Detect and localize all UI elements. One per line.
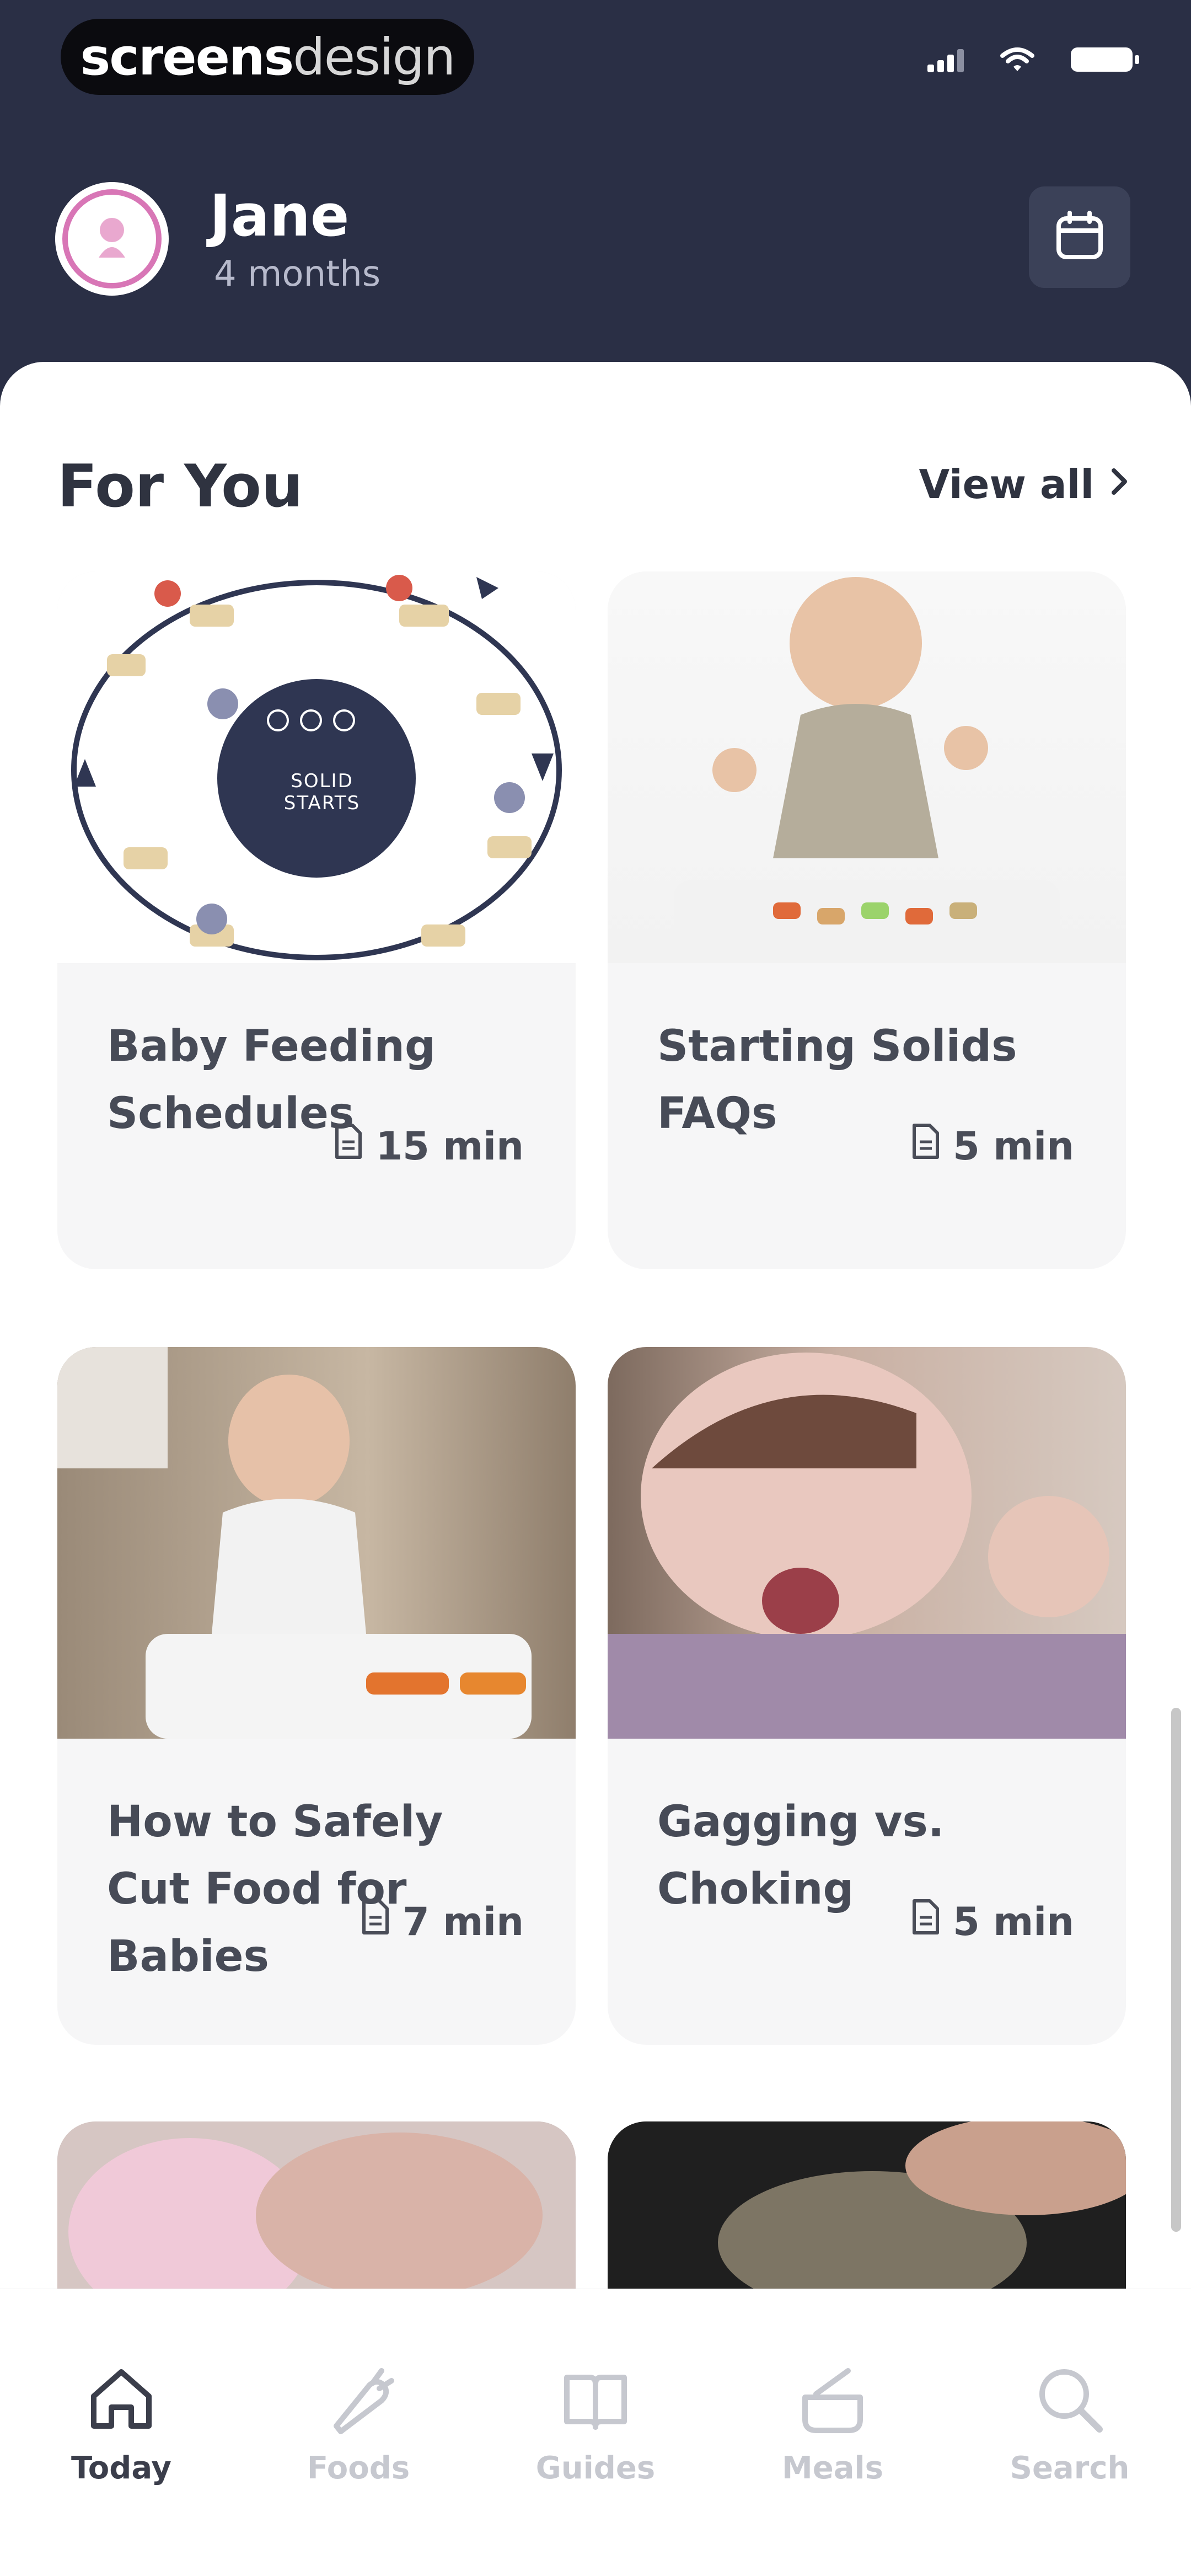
- wifi-icon: [998, 46, 1037, 73]
- bowl-icon: [794, 2361, 871, 2440]
- baby-highchair-photo: [57, 1347, 532, 1739]
- carrot-icon: [320, 2361, 397, 2440]
- view-all-label: View all: [919, 461, 1095, 507]
- document-icon: [911, 1899, 941, 1944]
- tab-label: Foods: [307, 2450, 410, 2486]
- tab-search[interactable]: Search: [970, 2361, 1169, 2504]
- tab-guides[interactable]: Guides: [496, 2361, 695, 2504]
- tab-foods[interactable]: Foods: [259, 2361, 458, 2504]
- card-meta: 15 min: [334, 1123, 524, 1169]
- chevron-right-icon: [1108, 461, 1130, 507]
- section-title: For You: [57, 452, 303, 520]
- bottom-tab-bar: Today Foods Guides Meals Search: [0, 2289, 1191, 2576]
- document-icon: [361, 1899, 390, 1944]
- cellular-signal-icon: [926, 46, 965, 73]
- profile-header: Jane 4 months: [0, 165, 1191, 331]
- card-how-to-safely-cut-food[interactable]: How to Safely Cut Food for Babies 7 min: [57, 1347, 576, 2045]
- badge-brand-light: design: [293, 27, 455, 87]
- search-icon: [1031, 2361, 1108, 2440]
- profile-name: Jane: [210, 182, 350, 249]
- content-sheet: For You View all SOLID STARTS Baby Feedi…: [0, 362, 1191, 2576]
- card-image: SOLID STARTS: [57, 571, 576, 963]
- card-meta: 5 min: [911, 1123, 1074, 1169]
- screensdesign-badge: screensdesign: [61, 19, 474, 95]
- scrollbar[interactable]: [1171, 1708, 1181, 2232]
- tab-label: Search: [1010, 2450, 1130, 2486]
- baby-gagging-photo: [608, 1353, 1126, 1739]
- calendar-button[interactable]: [1029, 186, 1130, 288]
- card-meta: 7 min: [361, 1899, 524, 1944]
- badge-brand-bold: screens: [80, 27, 294, 87]
- card-duration: 7 min: [403, 1899, 524, 1944]
- card-meta: 5 min: [911, 1899, 1074, 1944]
- profile-age: 4 months: [214, 254, 381, 295]
- avatar[interactable]: [55, 182, 169, 296]
- card-duration: 5 min: [953, 1899, 1074, 1944]
- avatar-ring: [62, 189, 162, 288]
- tab-label: Guides: [535, 2450, 656, 2486]
- tab-label: Today: [71, 2450, 171, 2486]
- app-root: screensdesign Jane 4 months For You View…: [0, 0, 1191, 2576]
- book-icon: [557, 2361, 634, 2440]
- schedule-illustration: [71, 575, 562, 960]
- solid-starts-logo-text: SOLID STARTS: [283, 770, 361, 814]
- card-starting-solids-faqs[interactable]: Starting Solids FAQs 5 min: [608, 571, 1126, 1269]
- card-baby-feeding-schedules[interactable]: SOLID STARTS Baby Feeding Schedules 15 m…: [57, 571, 576, 1269]
- tab-today[interactable]: Today: [22, 2361, 221, 2504]
- card-image: [57, 1347, 576, 1739]
- home-icon: [83, 2361, 160, 2440]
- badge-brand: screensdesign: [80, 27, 456, 87]
- card-image: [608, 1347, 1126, 1739]
- card-duration: 15 min: [375, 1123, 524, 1169]
- calendar-icon: [1053, 210, 1106, 265]
- card-image: [608, 571, 1126, 963]
- tab-label: Meals: [781, 2450, 884, 2486]
- battery-icon: [1070, 44, 1141, 75]
- view-all-button[interactable]: View all: [919, 461, 1131, 507]
- status-icons: [926, 44, 1141, 75]
- status-bar: screensdesign: [0, 0, 1191, 121]
- card-duration: 5 min: [953, 1123, 1074, 1169]
- tab-meals[interactable]: Meals: [733, 2361, 932, 2504]
- card-title: How to Safely Cut Food for Babies: [107, 1797, 443, 1981]
- document-icon: [911, 1123, 941, 1169]
- baby-avatar-icon: [84, 210, 140, 268]
- card-gagging-vs-choking[interactable]: Gagging vs. Choking 5 min: [608, 1347, 1126, 2045]
- document-icon: [334, 1123, 363, 1169]
- baby-eating-photo: [674, 577, 1060, 947]
